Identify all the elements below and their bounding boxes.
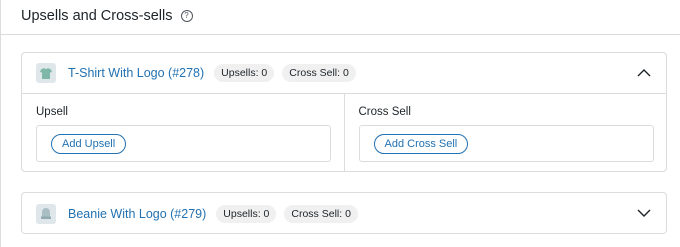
upsell-label: Upsell: [36, 106, 68, 118]
product-link[interactable]: T-Shirt With Logo (#278): [68, 66, 204, 80]
divider: [1, 34, 680, 35]
upsells-count-badge: Upsells: 0: [216, 204, 277, 223]
tshirt-icon: [36, 63, 56, 83]
product-card-body: Upsell Add Upsell Cross Sell Add Cross S…: [22, 94, 666, 171]
upsell-column: Upsell Add Upsell: [22, 94, 345, 171]
product-card-header[interactable]: T-Shirt With Logo (#278) Upsells: 0 Cros…: [22, 53, 666, 94]
beanie-icon: [36, 203, 56, 224]
section-header: Upsells and Cross-sells ?: [21, 6, 193, 26]
upsell-box: Add Upsell: [36, 125, 331, 162]
cross-sell-count-badge: Cross Sell: 0: [282, 64, 356, 82]
cross-sell-count-badge: Cross Sell: 0: [284, 204, 358, 223]
chevron-up-icon[interactable]: [636, 65, 652, 81]
cross-sell-label: Cross Sell: [358, 106, 411, 118]
add-upsell-button[interactable]: Add Upsell: [51, 134, 127, 154]
product-link[interactable]: Beanie With Logo (#279): [68, 207, 206, 221]
section-title: Upsells and Cross-sells: [21, 8, 173, 24]
cross-sell-column: Cross Sell Add Cross Sell: [345, 94, 667, 171]
upsells-count-badge: Upsells: 0: [214, 64, 275, 82]
cross-sell-box: Add Cross Sell: [358, 125, 654, 162]
product-card-header[interactable]: Beanie With Logo (#279) Upsells: 0 Cross…: [22, 193, 666, 234]
product-card-tshirt: T-Shirt With Logo (#278) Upsells: 0 Cros…: [21, 52, 667, 172]
upsells-panel: Upsells and Cross-sells ? T-Shirt With L…: [0, 0, 680, 247]
help-icon[interactable]: ?: [180, 10, 193, 22]
add-cross-sell-button[interactable]: Add Cross Sell: [373, 134, 469, 154]
product-card-beanie: Beanie With Logo (#279) Upsells: 0 Cross…: [21, 192, 667, 234]
chevron-down-icon[interactable]: [636, 205, 652, 221]
